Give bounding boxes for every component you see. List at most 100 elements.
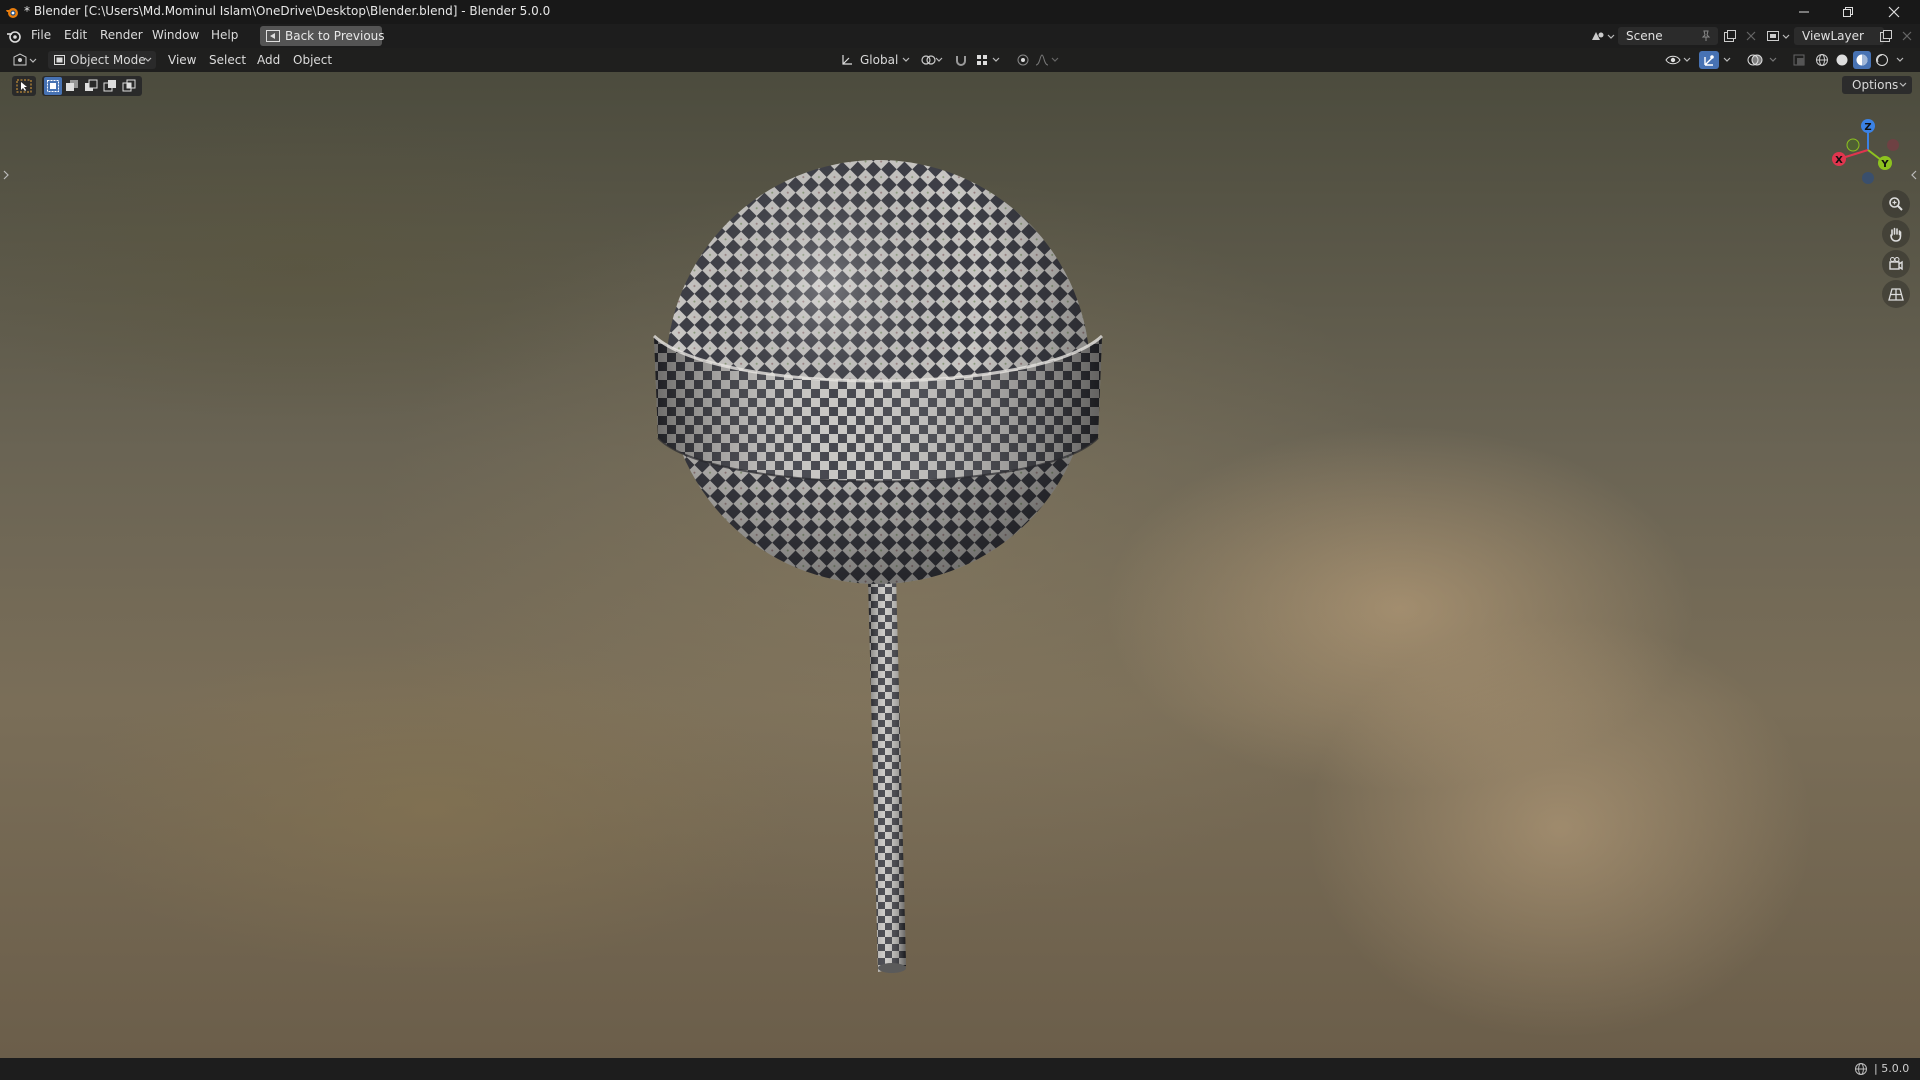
xray-icon: [1793, 54, 1805, 66]
rendered-shading-button[interactable]: [1873, 51, 1891, 69]
pan-button[interactable]: [1882, 220, 1910, 248]
shading-dropdown[interactable]: [1893, 51, 1907, 69]
navigation-gizmo[interactable]: Z X Y: [1820, 110, 1912, 190]
rendered-sphere-icon: [1876, 54, 1888, 66]
minimize-icon: [1799, 11, 1809, 13]
scene-browse-button[interactable]: [1588, 27, 1618, 45]
x-icon: [1746, 31, 1756, 41]
gizmo-y-axis[interactable]: Y: [1878, 156, 1892, 170]
3d-viewport[interactable]: Object Mode View Select Add Object Globa…: [0, 48, 1920, 1058]
object-mode-dropdown[interactable]: Object Mode: [48, 51, 156, 69]
overlays-dropdown[interactable]: [1766, 51, 1780, 69]
material-sphere-icon: [1856, 54, 1868, 66]
editor-type-button[interactable]: [10, 51, 40, 69]
intersect-selection-button[interactable]: [120, 77, 138, 95]
minimize-button[interactable]: [1782, 0, 1826, 24]
chevron-down-icon: [1896, 57, 1904, 62]
version-number: 5.0.0: [1881, 1062, 1910, 1075]
restore-icon: [1843, 7, 1853, 17]
scene-name: Scene: [1626, 29, 1663, 43]
snap-toggle-button[interactable]: [952, 51, 970, 69]
active-tool-button[interactable]: [12, 76, 36, 96]
options-label: Options: [1852, 78, 1899, 92]
menu-help[interactable]: Help: [207, 28, 242, 42]
new-scene-button[interactable]: [1720, 27, 1740, 45]
chevron-down-icon: [1723, 57, 1731, 62]
camera-icon: [1889, 257, 1903, 271]
camera-view-button[interactable]: [1882, 250, 1910, 278]
proportional-edit-button[interactable]: [1014, 51, 1032, 69]
pin-icon[interactable]: [1700, 30, 1712, 42]
object-visibility-button[interactable]: [1664, 51, 1694, 69]
material-preview-shading-button[interactable]: [1853, 51, 1871, 69]
x-icon: [1902, 31, 1912, 41]
scene-name-field[interactable]: Scene: [1618, 27, 1718, 45]
gizmo-y-label: Y: [1880, 159, 1889, 170]
chevron-down-icon: [1769, 57, 1777, 62]
show-overlays-toggle[interactable]: [1744, 51, 1766, 69]
menu-select[interactable]: Select: [205, 53, 250, 67]
options-dropdown[interactable]: Options: [1842, 76, 1912, 94]
selection-mode-group: [42, 76, 142, 96]
select-invert-icon: [103, 80, 116, 92]
close-button[interactable]: [1872, 0, 1916, 24]
chevron-down-icon: [144, 57, 152, 62]
set-new-selection-button[interactable]: [44, 77, 62, 95]
snap-target-button[interactable]: [974, 51, 1004, 69]
menu-file[interactable]: File: [27, 28, 55, 42]
pivot-point-button[interactable]: [918, 51, 946, 69]
select-intersect-icon: [122, 79, 136, 92]
zoom-icon: [1889, 197, 1903, 211]
lollipop-object[interactable]: [640, 146, 1110, 986]
view-layer-name: ViewLayer: [1802, 29, 1864, 43]
eye-icon: [1665, 55, 1691, 65]
menu-view[interactable]: View: [164, 53, 200, 67]
zoom-button[interactable]: [1882, 190, 1910, 218]
close-icon: [1888, 6, 1900, 18]
solid-shading-button[interactable]: [1833, 51, 1851, 69]
pan-hand-icon: [1890, 227, 1902, 242]
menu-render[interactable]: Render: [96, 28, 147, 42]
network-globe-icon[interactable]: [1854, 1062, 1868, 1076]
show-gizmo-toggle[interactable]: [1699, 51, 1719, 69]
subtract-selection-button[interactable]: [82, 77, 100, 95]
window-title: * Blender [C:\Users\Md.Mominul Islam\One…: [24, 4, 551, 18]
gizmo-icon: [1704, 55, 1714, 66]
chevron-down-icon: [902, 57, 910, 62]
menu-window[interactable]: Window: [148, 28, 203, 42]
back-screen-icon: [266, 30, 280, 42]
proportional-falloff-button[interactable]: [1034, 51, 1062, 69]
select-extend-icon: [66, 80, 78, 91]
extend-selection-button[interactable]: [63, 77, 81, 95]
transform-orientation-dropdown[interactable]: Global: [836, 51, 912, 69]
perspective-toggle-button[interactable]: [1882, 280, 1910, 308]
wireframe-sphere-icon: [1816, 54, 1828, 66]
delete-scene-button[interactable]: [1742, 27, 1760, 45]
duplicate-icon: [1724, 30, 1736, 42]
overlays-icon: [1747, 54, 1763, 66]
lollipop-stick[interactable]: [868, 576, 906, 973]
gizmo-z-axis[interactable]: Z: [1861, 119, 1875, 133]
blender-menu-icon[interactable]: [6, 29, 22, 43]
view-layer-browse-button[interactable]: [1764, 27, 1794, 45]
toolbar-expand-arrow-icon[interactable]: [2, 170, 10, 180]
wireframe-shading-button[interactable]: [1813, 51, 1831, 69]
gizmo-dropdown[interactable]: [1720, 51, 1734, 69]
new-view-layer-button[interactable]: [1876, 27, 1896, 45]
gizmo-z-label: Z: [1864, 122, 1871, 133]
restore-button[interactable]: [1826, 0, 1870, 24]
menu-object[interactable]: Object: [289, 53, 336, 67]
delete-view-layer-button[interactable]: [1898, 27, 1916, 45]
back-to-previous-button[interactable]: Back to Previous: [260, 26, 385, 46]
snap-grid-icon: [977, 55, 1000, 65]
falloff-curve-icon: [1035, 54, 1059, 66]
menu-edit[interactable]: Edit: [60, 28, 91, 42]
gizmo-x-axis[interactable]: X: [1832, 152, 1846, 166]
menu-add[interactable]: Add: [253, 53, 284, 67]
view-layer-name-field[interactable]: ViewLayer: [1794, 27, 1884, 45]
invert-selection-button[interactable]: [101, 77, 119, 95]
xray-toggle[interactable]: [1790, 51, 1808, 69]
title-bar: * Blender [C:\Users\Md.Mominul Islam\One…: [0, 0, 1920, 24]
scene-icon: [1592, 32, 1615, 40]
object-mode-label: Object Mode: [70, 53, 146, 67]
